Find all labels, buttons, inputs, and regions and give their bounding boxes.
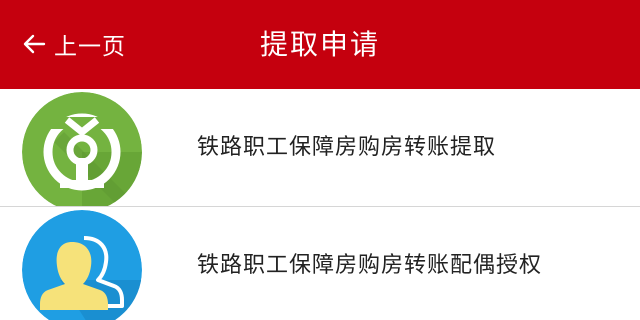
header-bar: 上一页 提取申请 — [0, 0, 640, 89]
users-icon — [22, 210, 142, 320]
list-item-spouse-authorization[interactable]: 铁路职工保障房购房转账配偶授权 — [0, 207, 640, 320]
page-title: 提取申请 — [259, 28, 380, 61]
railway-logo-icon — [22, 92, 142, 212]
withdrawal-list: 铁路职工保障房购房转账提取 铁路职工保障房购房转账配偶授权 — [0, 89, 640, 320]
page: 上一页 提取申请 铁路职工保障房购房转账提取 铁路职工保障房购房转账配偶授权 — [0, 0, 640, 320]
item-label: 铁路职工保障房购房转账提取 — [197, 135, 497, 160]
item-label: 铁路职工保障房购房转账配偶授权 — [197, 253, 543, 278]
list-item-transfer-withdrawal[interactable]: 铁路职工保障房购房转账提取 — [0, 89, 640, 212]
